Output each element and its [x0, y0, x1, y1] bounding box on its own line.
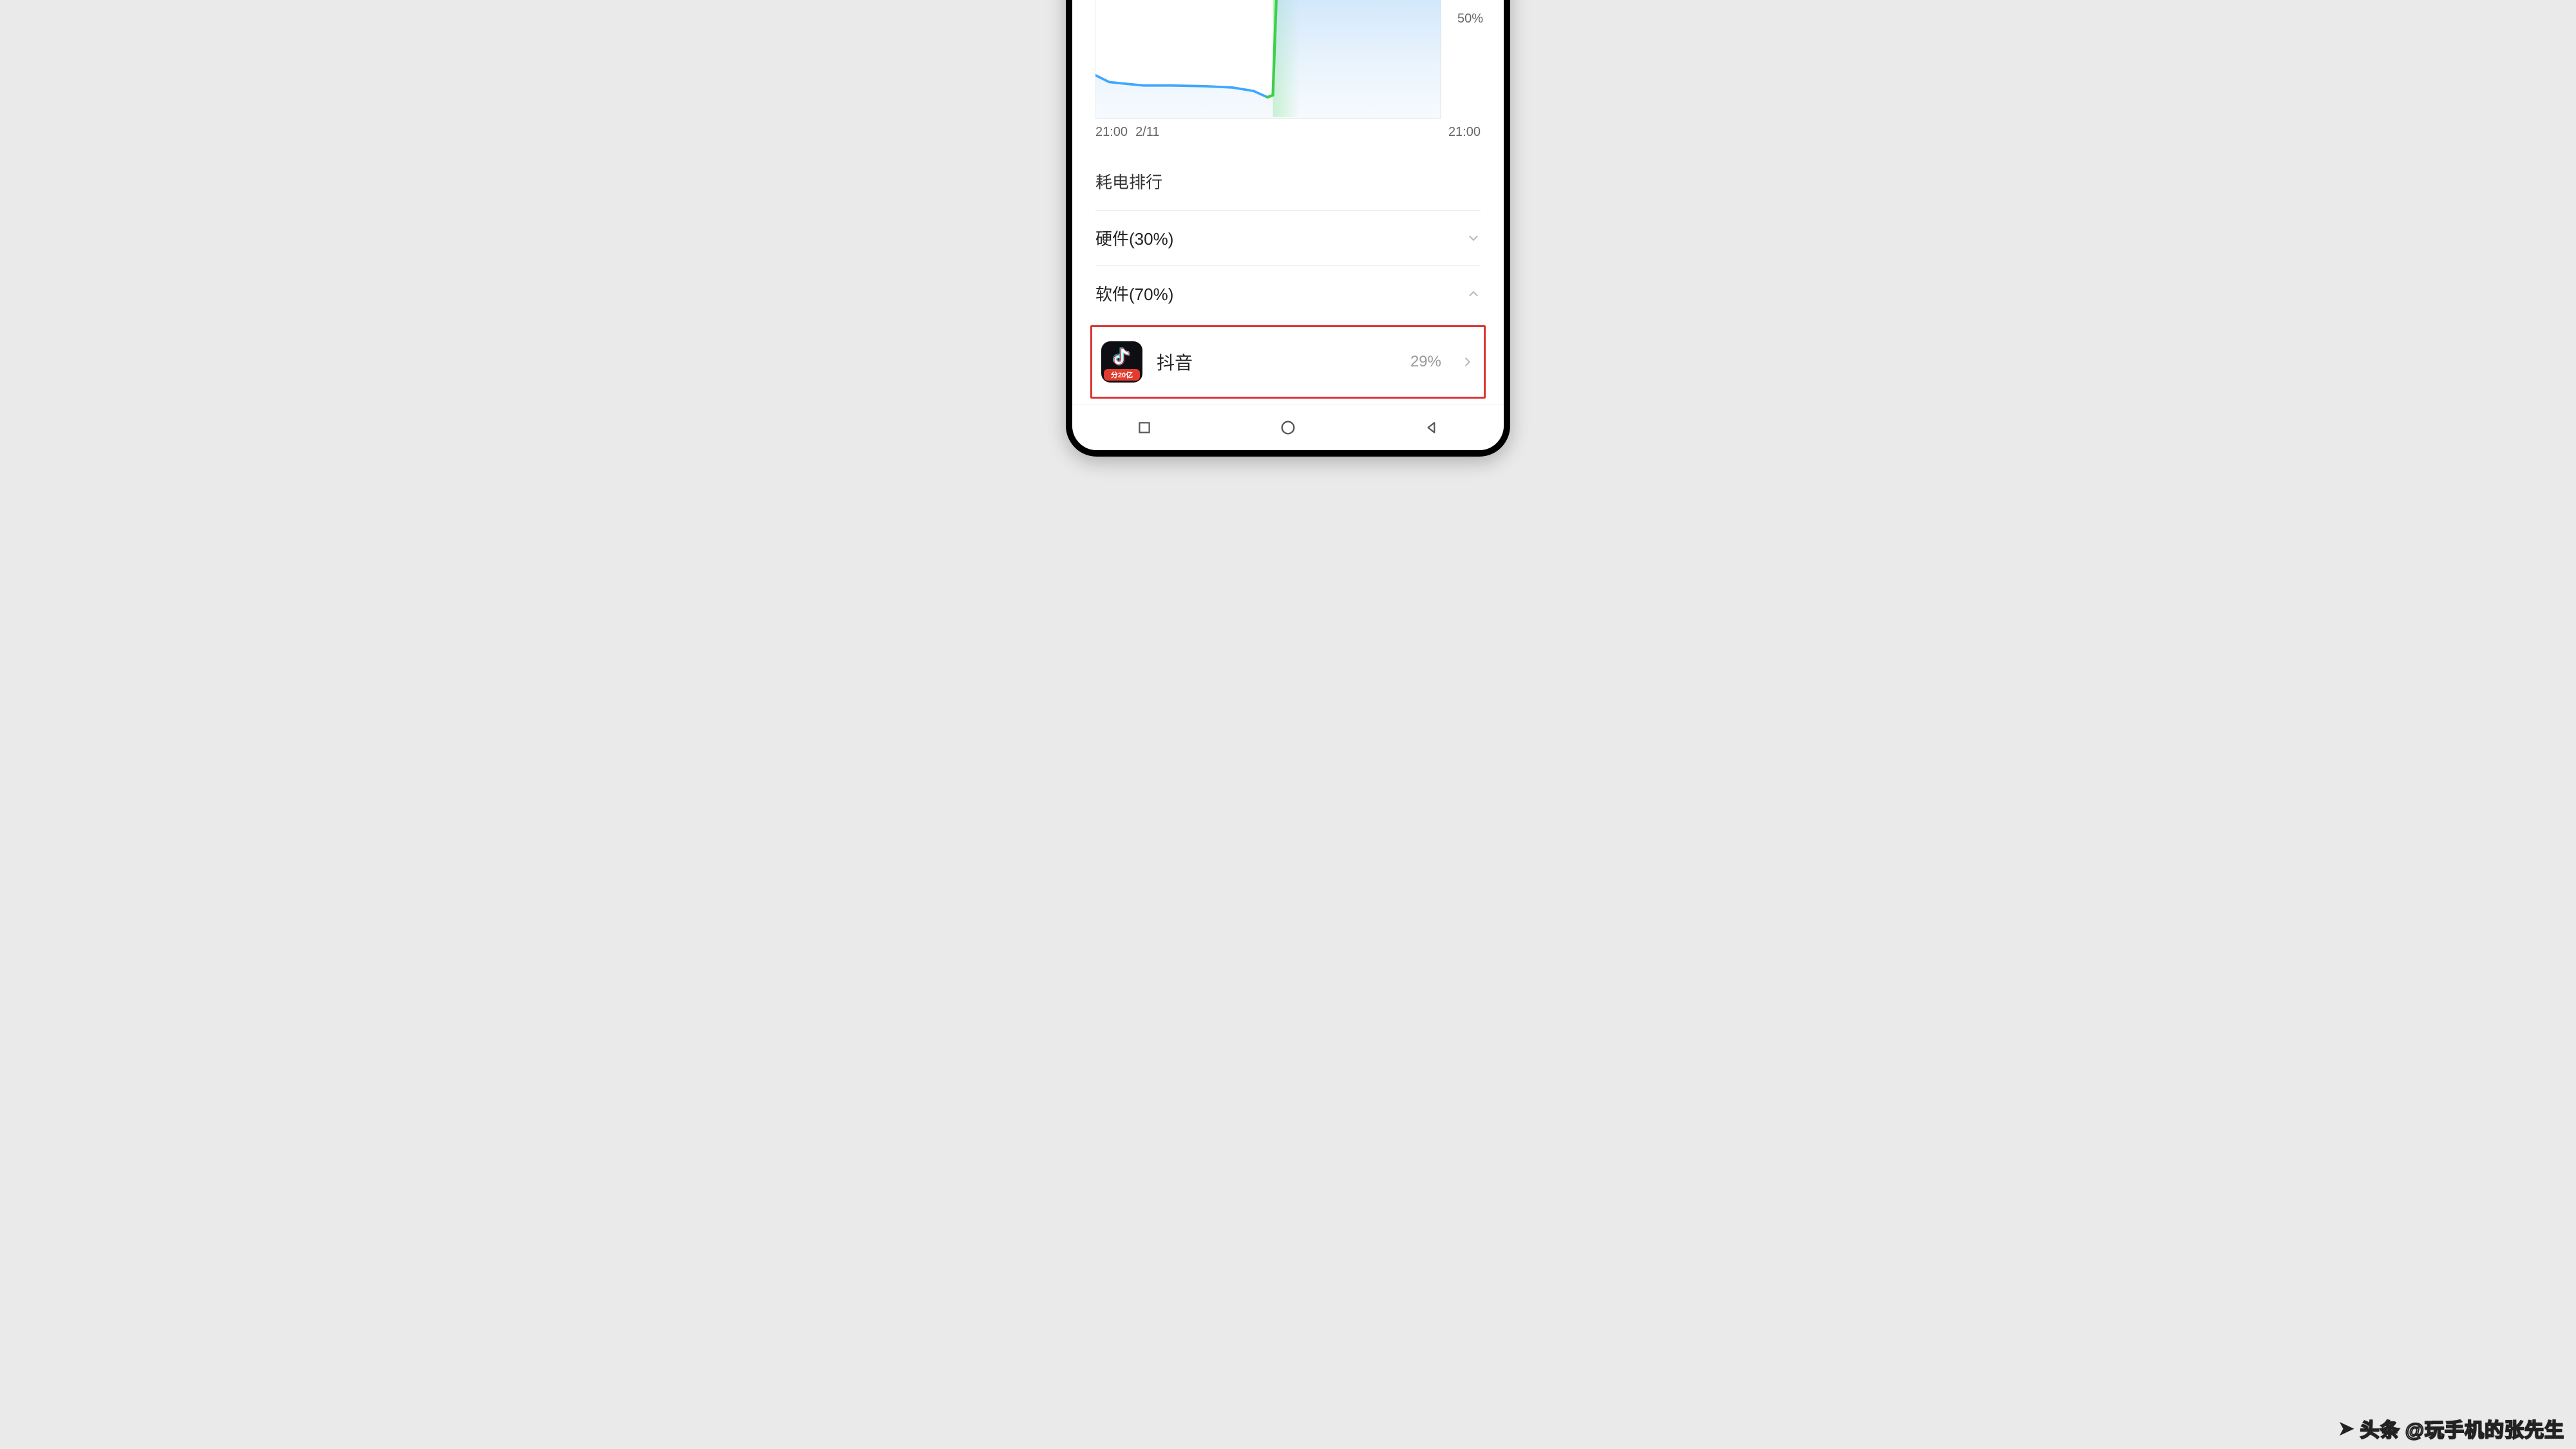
app-icon-badge: 分20亿	[1104, 369, 1140, 381]
hardware-row[interactable]: 硬件(30%)	[1095, 211, 1481, 266]
watermark-handle: @玩手机的张先生	[2405, 1414, 2564, 1443]
phone-frame: 电池电量 充电时段 100% 50%	[1066, 0, 1510, 457]
app-percent: 29%	[1410, 353, 1441, 371]
software-row[interactable]: 软件(70%)	[1095, 266, 1481, 321]
toutiao-logo-icon: ➤	[2338, 1417, 2355, 1440]
x-axis-labels: 21:00 2/11 21:00	[1095, 125, 1481, 140]
app-name: 抖音	[1157, 349, 1396, 375]
back-button[interactable]	[1419, 415, 1444, 440]
x-tick-date: 2/11	[1135, 125, 1159, 140]
screen: 电池电量 充电时段 100% 50%	[1072, 0, 1504, 450]
app-row-douyin[interactable]: 分20亿 抖音 29%	[1097, 332, 1479, 392]
music-note-icon	[1111, 346, 1133, 371]
chevron-down-icon	[1466, 231, 1481, 245]
watermark: ➤ 头条 @玩手机的张先生	[2338, 1414, 2564, 1443]
home-button[interactable]	[1275, 415, 1301, 440]
hardware-label: 硬件(30%)	[1095, 226, 1173, 250]
chevron-up-icon	[1466, 287, 1481, 301]
chevron-right-icon	[1461, 355, 1475, 369]
ranking-title: 耗电排行	[1095, 169, 1481, 193]
content-area: 电池电量 充电时段 100% 50%	[1072, 0, 1504, 399]
y-tick-50: 50%	[1457, 12, 1483, 26]
highlight-box: 分20亿 抖音 29%	[1090, 325, 1486, 399]
android-navbar	[1072, 404, 1504, 450]
software-label: 软件(70%)	[1095, 281, 1173, 305]
watermark-prefix: 头条	[2360, 1414, 2400, 1443]
douyin-app-icon: 分20亿	[1101, 341, 1142, 383]
x-tick-end: 21:00	[1448, 125, 1481, 140]
battery-chart: 100% 50%	[1095, 0, 1481, 140]
x-tick-start: 21:00	[1095, 125, 1128, 140]
recent-apps-button[interactable]	[1132, 415, 1157, 440]
battery-chart-svg	[1095, 0, 1481, 121]
